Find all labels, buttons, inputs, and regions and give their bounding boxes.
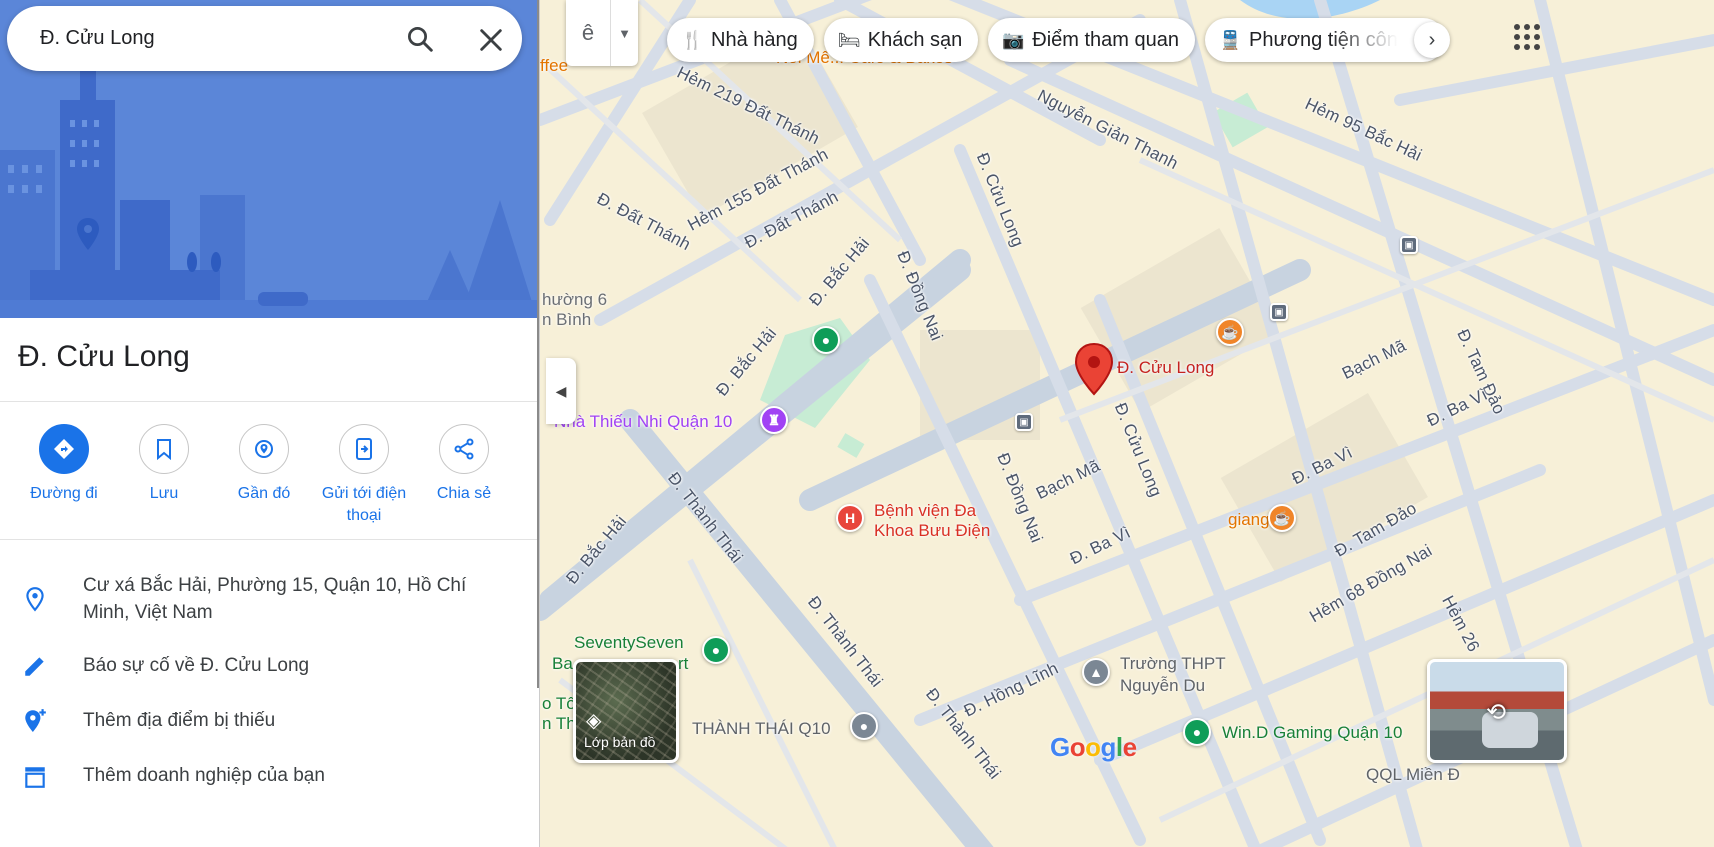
place-pin-icon[interactable]: ● [850, 712, 878, 740]
phone-icon [339, 424, 389, 474]
chip-label: Nhà hàng [711, 28, 798, 51]
add-location-icon [25, 709, 46, 732]
street-view-thumbnail[interactable]: ⟲ [1427, 659, 1567, 763]
edit-icon [25, 657, 44, 676]
category-chips: 🍴 Nhà hàng 🛏 Khách sạn 📷 Điểm tham quan … [667, 18, 1446, 62]
divider [0, 539, 537, 540]
poi-label[interactable]: Bệnh viện Đa [874, 501, 976, 521]
chip-fade [1330, 18, 1420, 62]
place-pin-icon[interactable]: ● [1183, 718, 1211, 746]
camera-icon: 📷 [1002, 29, 1025, 50]
cafe-icon[interactable]: ☕ [1268, 504, 1296, 532]
map-mode-icon[interactable]: ê [566, 20, 610, 46]
action-label: Lưu [149, 485, 179, 502]
report-text: Báo sự cố về Đ. Cửu Long [83, 655, 310, 676]
chip-label: Điểm tham quan [1032, 28, 1180, 51]
chip-label: Khách sạn [867, 28, 963, 51]
location-pin-icon[interactable] [1074, 342, 1114, 396]
action-label: Gửi tới điện thoại [321, 485, 407, 524]
directions-icon [39, 424, 89, 474]
place-pin-icon[interactable]: ● [702, 636, 730, 664]
location-icon [26, 587, 44, 612]
restaurant-icon: 🍴 [681, 29, 704, 50]
park-pin-icon[interactable]: ● [812, 326, 840, 354]
poi-label[interactable]: Win.D Gaming Quận 10 [1222, 723, 1402, 743]
address-text: Cư xá Bắc Hải, Phường 15, Quận 10, Hồ Ch… [83, 575, 467, 623]
hospital-icon[interactable]: H [836, 504, 864, 532]
poi-label[interactable]: Nguyễn Du [1120, 676, 1205, 696]
transit-icon: 🚆 [1219, 29, 1242, 50]
chevron-right-icon[interactable]: › [1414, 22, 1450, 58]
rotate-360-icon: ⟲ [1486, 699, 1507, 726]
action-label: Chia sẻ [436, 485, 492, 502]
cafe-icon[interactable]: ☕ [1216, 318, 1244, 346]
add-place-text: Thêm địa điểm bị thiếu [83, 710, 276, 731]
panel-scrollbar[interactable] [537, 0, 539, 688]
action-label: Đường đi [30, 485, 98, 502]
poi-label[interactable]: Khoa Bưu Điện [874, 521, 990, 541]
add-business-text: Thêm doanh nghiệp của bạn [83, 765, 325, 786]
directions-button[interactable]: Đường đi [14, 424, 114, 505]
ward-label: n Bình [542, 310, 592, 329]
layers-icon: ◈ [586, 710, 602, 732]
map-mode-toggle[interactable]: ê ▼ [566, 0, 638, 66]
poi-label: ffee [540, 56, 569, 75]
chip-hotels[interactable]: 🛏 Khách sạn [823, 18, 979, 62]
poi-label[interactable]: giang [1228, 510, 1270, 530]
layers-button[interactable]: ◈ Lớp bản đồ [573, 659, 679, 763]
bus-stop-icon[interactable]: ▣ [1400, 236, 1418, 254]
divider [0, 401, 537, 402]
poi-label: n Th [542, 714, 576, 733]
school-icon[interactable]: ▲ [1082, 658, 1110, 686]
chevron-left-icon: ◀ [555, 382, 567, 399]
bus-stop-icon[interactable]: ▣ [1270, 303, 1288, 321]
pin-label: Đ. Cửu Long [1117, 358, 1215, 377]
poi-label[interactable]: Trường THPT [1120, 654, 1226, 674]
search-input[interactable] [40, 27, 390, 50]
send-to-phone-button[interactable]: Gửi tới điện thoại [314, 424, 414, 527]
action-label: Gần đó [237, 485, 291, 502]
nearby-button[interactable]: Gần đó [214, 424, 314, 505]
share-button[interactable]: Chia sẻ [414, 424, 514, 505]
poi-label[interactable]: Nhà Thiếu Nhi Quận 10 [554, 412, 732, 432]
place-title: Đ. Cửu Long [18, 340, 190, 373]
landmark-icon[interactable]: ♜ [760, 406, 788, 434]
chip-attractions[interactable]: 📷 Điểm tham quan [988, 18, 1196, 62]
poi-label: Ba [552, 654, 573, 673]
layers-label: Lớp bản đồ [584, 734, 656, 750]
chip-restaurants[interactable]: 🍴 Nhà hàng [667, 18, 814, 62]
google-logo: Google [1050, 732, 1137, 762]
poi-label[interactable]: SeventySeven [574, 633, 684, 653]
share-icon [439, 424, 489, 474]
storefront-icon [25, 767, 45, 788]
poi-label[interactable]: THÀNH THÁI Q10 [692, 719, 831, 739]
bus-stop-icon[interactable]: ▣ [1015, 413, 1033, 431]
poi-label: rt [678, 654, 689, 673]
poi-label: QQL Miền Đ [1366, 765, 1460, 784]
chevron-down-icon[interactable]: ▼ [610, 0, 638, 66]
ward-label: hường 6 [542, 290, 608, 309]
close-icon[interactable] [477, 26, 505, 54]
collapse-panel-button[interactable]: ◀ [546, 358, 576, 424]
bookmark-icon [139, 424, 189, 474]
hotel-icon: 🛏 [837, 29, 861, 50]
apps-grid-icon[interactable] [1512, 22, 1542, 52]
search-box[interactable] [7, 6, 522, 71]
poi-label: o Tô [542, 694, 576, 713]
nearby-icon [239, 424, 289, 474]
save-button[interactable]: Lưu [114, 424, 214, 505]
search-icon[interactable] [405, 24, 435, 54]
side-panel: Đ. Cửu Long Đường đi Lưu Gần đó Gửi tới … [0, 0, 540, 847]
